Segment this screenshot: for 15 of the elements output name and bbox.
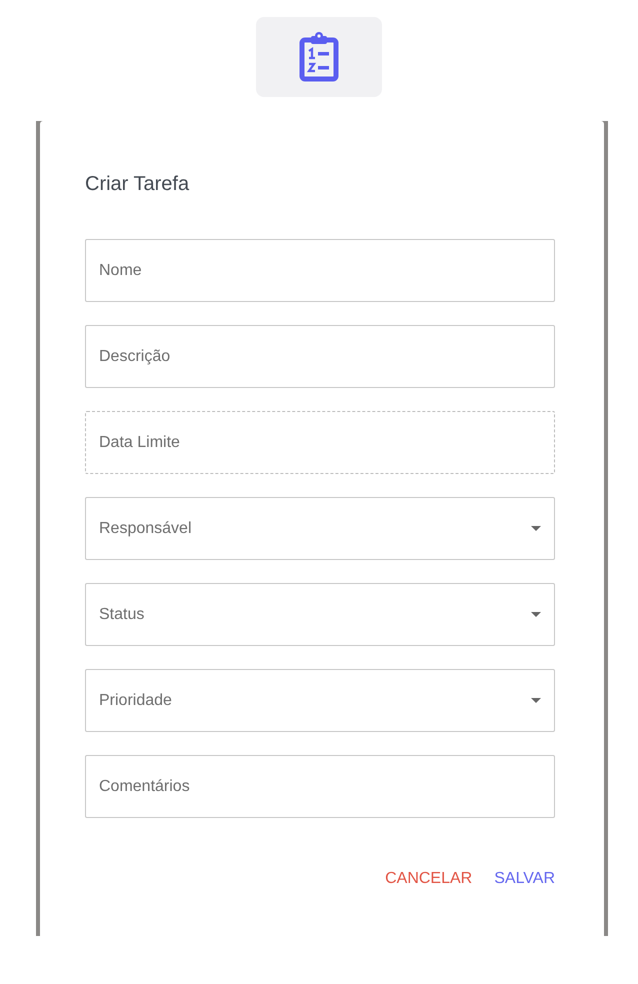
select-field[interactable]: Status — [85, 583, 555, 646]
dialog-title: Criar Tarefa — [85, 172, 190, 197]
clipboard-list-icon — [297, 32, 341, 82]
input-field[interactable]: Descrição — [85, 325, 555, 388]
cancel-button[interactable]: CANCELAR — [385, 862, 472, 896]
input-field[interactable]: Nome — [85, 239, 555, 302]
dropdown-caret-icon — [531, 612, 541, 617]
dropdown-caret-icon — [531, 698, 541, 703]
dropdown-caret-icon — [531, 526, 541, 531]
date-field[interactable]: Data Limite — [85, 411, 555, 474]
save-button[interactable]: SALVAR — [494, 862, 555, 896]
task-list-button[interactable] — [256, 17, 382, 97]
select-field[interactable]: Responsável — [85, 497, 555, 560]
input-field[interactable]: Comentários — [85, 755, 555, 818]
select-field[interactable]: Prioridade — [85, 669, 555, 732]
